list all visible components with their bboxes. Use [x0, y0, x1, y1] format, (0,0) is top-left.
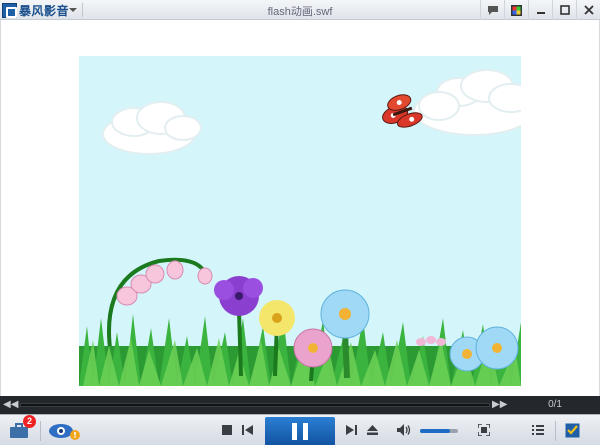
eye-icon	[49, 424, 80, 440]
rewind-icon: ◀◀	[3, 399, 19, 410]
volume-level	[420, 429, 451, 433]
checkbox-panel-button[interactable]	[563, 421, 581, 439]
chat-icon	[487, 5, 498, 15]
divider	[40, 421, 41, 441]
maximize-icon	[559, 5, 570, 15]
mute-button[interactable]	[396, 422, 412, 438]
logo-icon	[2, 2, 17, 18]
chat-button[interactable]	[480, 0, 504, 20]
playlist-icon	[532, 425, 544, 435]
maximize-button[interactable]	[552, 0, 576, 20]
eject-icon	[366, 425, 378, 435]
playlist-count: 0/1	[548, 399, 562, 410]
eye-protection-button[interactable]	[46, 420, 82, 442]
app-logo: 暴风影音	[2, 2, 69, 18]
divider	[82, 3, 83, 17]
app-name: 暴风影音	[19, 3, 70, 18]
previous-button[interactable]	[240, 423, 254, 437]
flash-animation-frame	[79, 56, 521, 386]
blue-flower-right	[475, 326, 519, 370]
chevron-down-icon	[69, 8, 77, 12]
speaker-icon	[397, 424, 411, 436]
fullscreen-button[interactable]	[476, 423, 492, 437]
playlist-button[interactable]	[530, 423, 546, 437]
fullscreen-icon	[478, 424, 490, 436]
volume-slider[interactable]	[420, 429, 458, 433]
fast-forward-icon: ▶▶	[492, 399, 508, 410]
skin-icon	[511, 4, 522, 16]
pause-icon-bar-right	[303, 423, 308, 440]
minimize-button[interactable]	[528, 0, 552, 20]
main-menu-button[interactable]: 暴风影音	[0, 0, 80, 20]
seek-bar: ◀◀ ▶▶ 0/1	[0, 396, 600, 414]
window-title: flash动画.swf	[267, 6, 333, 18]
skip-forward-icon	[345, 425, 357, 435]
rewind-button[interactable]: ◀◀	[3, 398, 19, 412]
pause-icon-bar-left	[292, 423, 297, 440]
pause-button[interactable]	[265, 417, 335, 445]
window-controls	[480, 0, 600, 20]
close-icon	[583, 5, 594, 15]
open-file-button[interactable]	[365, 423, 379, 437]
skip-back-icon	[241, 425, 253, 435]
next-button[interactable]	[344, 423, 358, 437]
skin-button[interactable]	[504, 0, 528, 20]
divider	[555, 421, 556, 441]
checkmark-icon	[565, 423, 579, 437]
close-button[interactable]	[576, 0, 600, 20]
minimize-icon	[536, 12, 545, 14]
fast-forward-button[interactable]: ▶▶	[492, 398, 508, 412]
control-bar: 2	[0, 414, 600, 445]
stop-button[interactable]	[220, 423, 234, 437]
stop-icon	[222, 425, 232, 435]
seek-track[interactable]	[20, 403, 490, 407]
title-bar: 暴风影音 flash动画.swf	[0, 0, 600, 20]
video-area[interactable]	[0, 20, 600, 396]
notification-badge: 2	[23, 415, 36, 428]
